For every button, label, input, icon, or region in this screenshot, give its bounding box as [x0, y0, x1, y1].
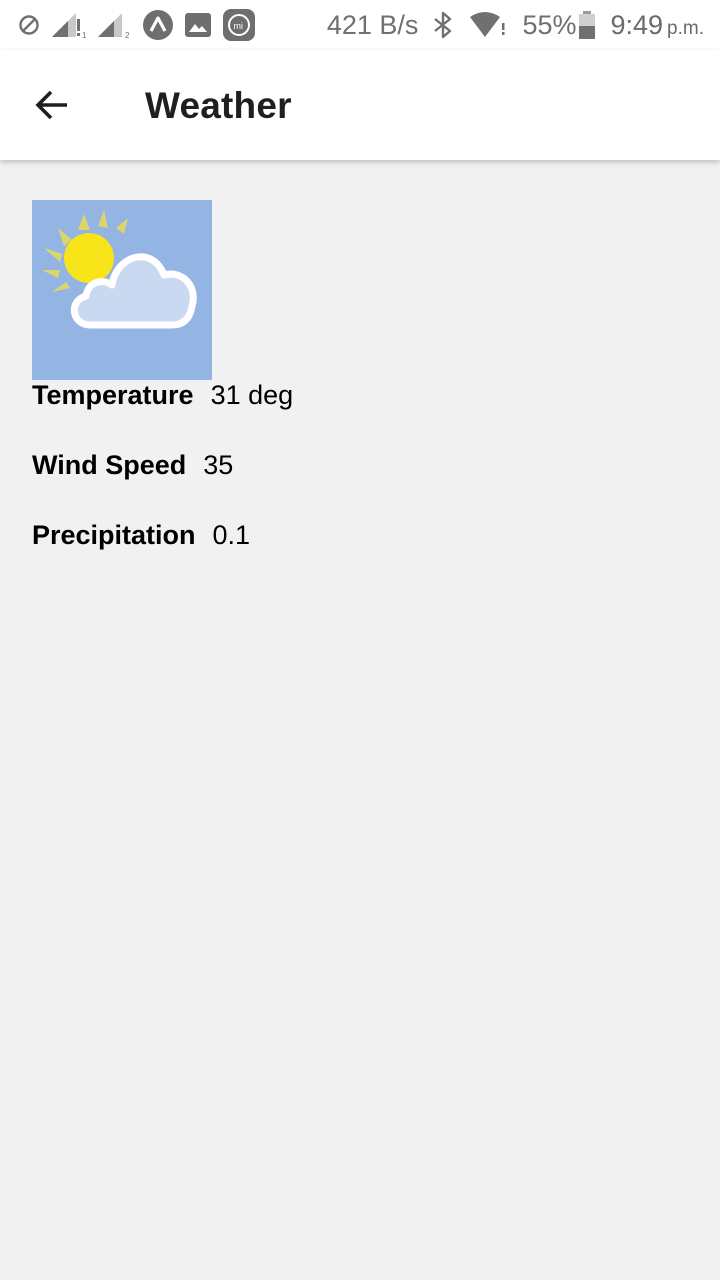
- precipitation-value: 0.1: [212, 520, 251, 550]
- do-not-disturb-icon: [18, 14, 40, 36]
- status-bar: 1 2 mi 421 B/s 55% 9:49 p.m.: [0, 0, 720, 50]
- bluetooth-icon: [432, 10, 454, 40]
- gallery-icon: [184, 12, 212, 38]
- wind-speed-value: 35: [203, 450, 234, 480]
- arrow-left-icon: [35, 90, 69, 120]
- signal-sim2-icon: 2: [96, 11, 132, 39]
- battery-icon: [578, 10, 596, 40]
- svg-text:mi: mi: [234, 21, 244, 31]
- precipitation-label: Precipitation: [32, 520, 196, 550]
- svg-text:1: 1: [82, 31, 86, 39]
- signal-sim1-icon: 1: [50, 11, 86, 39]
- partly-cloudy-icon: [42, 210, 197, 329]
- wifi-icon: [468, 11, 508, 39]
- mi-app-icon: mi: [222, 8, 256, 42]
- temperature-label: Temperature: [32, 380, 194, 410]
- weather-image: [32, 200, 212, 380]
- app-bar: Weather: [0, 50, 720, 160]
- clock-time: 9:49: [610, 9, 664, 40]
- wind-speed-label: Wind Speed: [32, 450, 187, 480]
- temperature-row: Temperature 31 deg: [32, 380, 688, 450]
- battery-percent: 55%: [522, 9, 577, 40]
- page-title: Weather: [145, 85, 292, 126]
- app-logo-icon: [142, 9, 174, 41]
- clock-ampm: p.m.: [667, 17, 704, 39]
- wind-speed-row: Wind Speed 35: [32, 450, 688, 520]
- weather-content: Temperature 31 deg Wind Speed 35 Precipi…: [32, 200, 688, 590]
- precipitation-row: Precipitation 0.1: [32, 520, 688, 590]
- network-speed: 421 B/s: [326, 9, 419, 40]
- svg-text:2: 2: [125, 31, 130, 39]
- back-button[interactable]: [24, 77, 80, 133]
- temperature-value: 31 deg: [210, 380, 294, 410]
